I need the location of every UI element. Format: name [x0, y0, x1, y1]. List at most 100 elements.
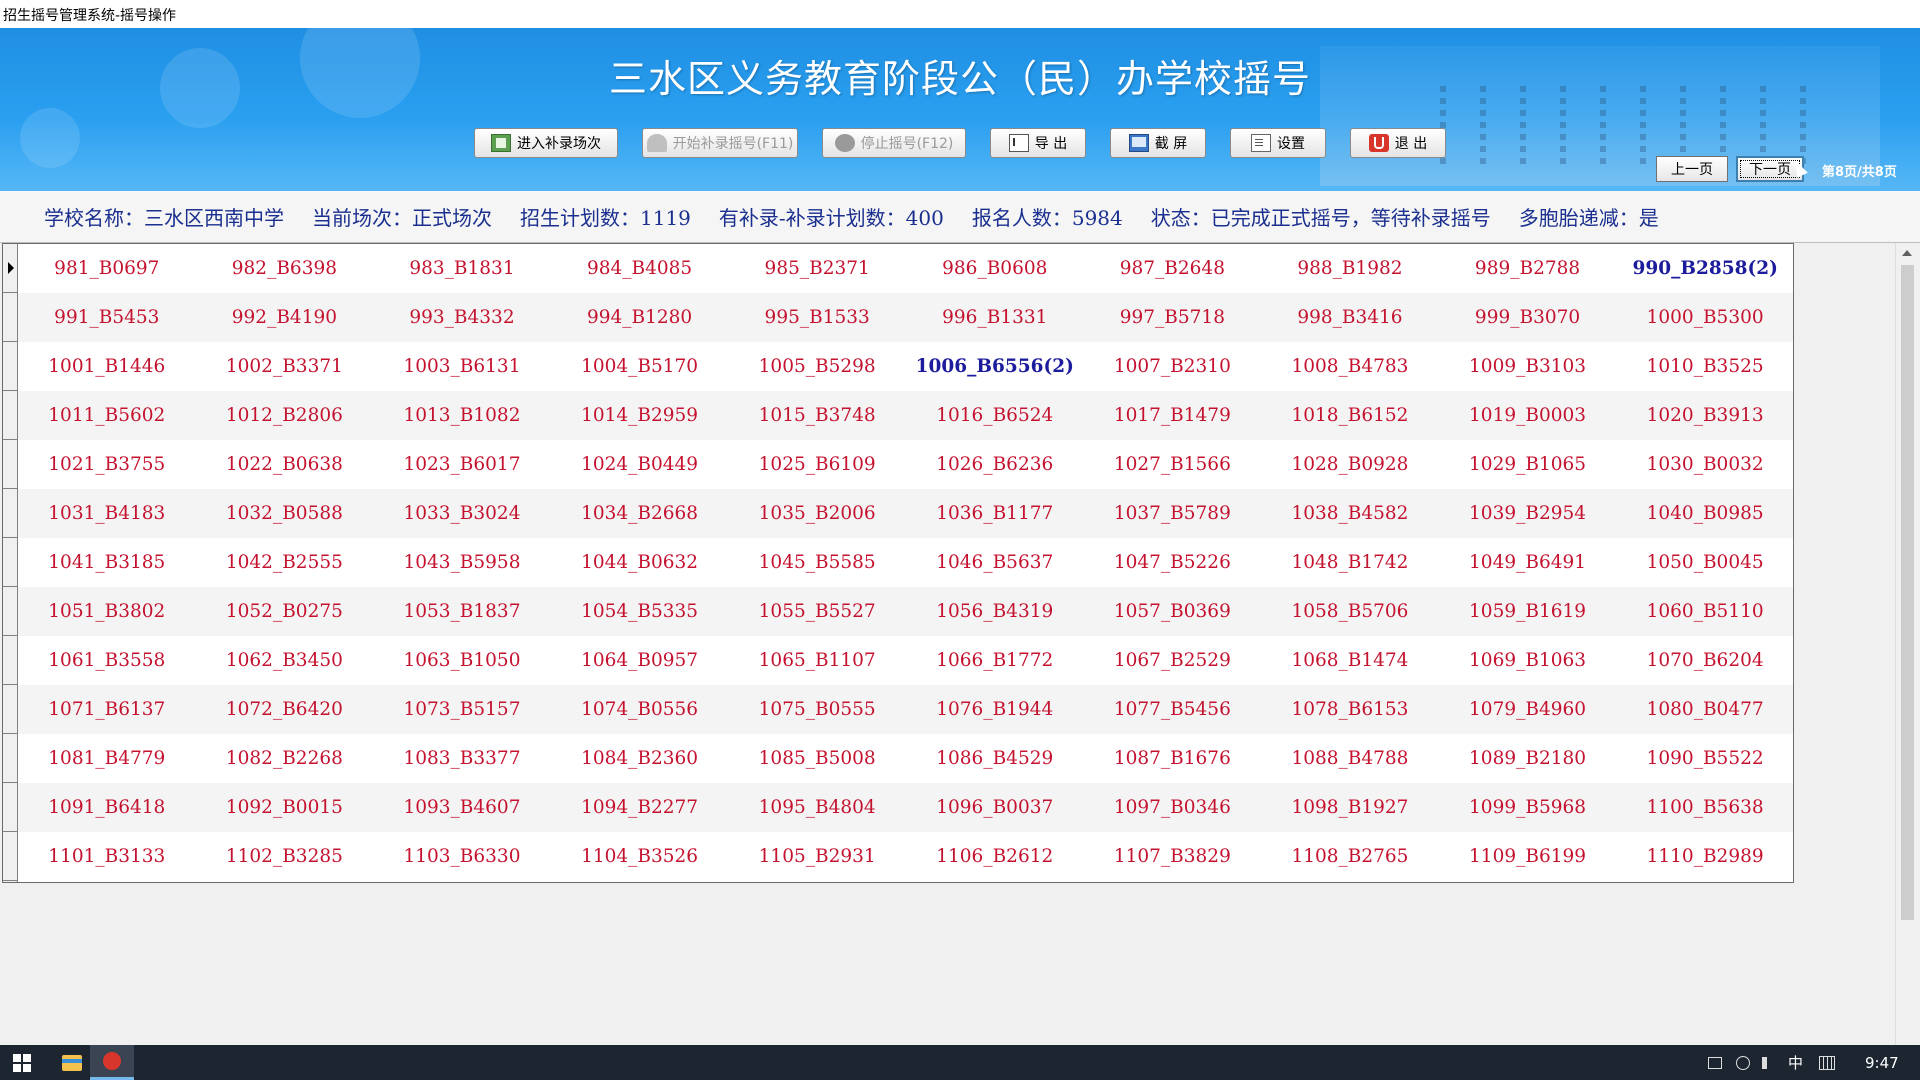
table-cell[interactable]: 1057_B0369: [1084, 587, 1262, 636]
table-cell[interactable]: 1047_B5226: [1084, 538, 1262, 587]
table-cell[interactable]: 1007_B2310: [1084, 342, 1262, 391]
table-cell[interactable]: 1053_B1837: [373, 587, 551, 636]
table-cell[interactable]: 983_B1831: [373, 244, 551, 293]
results-grid[interactable]: 981_B0697 982_B6398 983_B1831 984_B4085 985_…: [2, 243, 1794, 883]
table-row[interactable]: 1011_B5602 1012_B2806 1013_B1082 1014_B2959…: [18, 391, 1793, 440]
table-cell[interactable]: 1051_B3802: [18, 587, 196, 636]
table-cell[interactable]: 1066_B1772: [906, 636, 1084, 685]
table-cell[interactable]: 1073_B5157: [373, 685, 551, 734]
start-supplement-button[interactable]: 开始补录摇号(F11): [642, 128, 798, 158]
table-cell[interactable]: 1092_B0015: [196, 783, 374, 832]
table-cell[interactable]: 1085_B5008: [728, 734, 906, 783]
table-cell[interactable]: 1038_B4582: [1261, 489, 1439, 538]
ime-indicator[interactable]: 中: [1788, 1052, 1803, 1073]
enter-supplement-button[interactable]: 进入补录场次: [474, 128, 618, 158]
table-cell[interactable]: 988_B1982: [1261, 244, 1439, 293]
table-cell[interactable]: 1069_B1063: [1439, 636, 1617, 685]
table-cell[interactable]: 1055_B5527: [728, 587, 906, 636]
row-header[interactable]: [3, 293, 18, 342]
table-cell[interactable]: 1025_B6109: [728, 440, 906, 489]
table-cell[interactable]: 1042_B2555: [196, 538, 374, 587]
table-cell[interactable]: 1027_B1566: [1084, 440, 1262, 489]
vertical-scrollbar[interactable]: [1895, 243, 1918, 1045]
table-cell[interactable]: 1000_B5300: [1616, 293, 1793, 342]
table-cell[interactable]: 1001_B1446: [18, 342, 196, 391]
table-row[interactable]: 1091_B6418 1092_B0015 1093_B4607 1094_B2277…: [18, 783, 1793, 832]
table-row[interactable]: 1061_B3558 1062_B3450 1063_B1050 1064_B0957…: [18, 636, 1793, 685]
table-cell[interactable]: 995_B1533: [728, 293, 906, 342]
table-cell[interactable]: 993_B4332: [373, 293, 551, 342]
table-row[interactable]: 1071_B6137 1072_B6420 1073_B5157 1074_B0556…: [18, 685, 1793, 734]
table-cell[interactable]: 1108_B2765: [1261, 832, 1439, 881]
table-cell[interactable]: 1050_B0045: [1616, 538, 1793, 587]
stop-lottery-button[interactable]: 停止摇号(F12): [822, 128, 966, 158]
table-cell[interactable]: 1033_B3024: [373, 489, 551, 538]
table-cell[interactable]: 990_B2858(2): [1616, 244, 1793, 293]
table-cell[interactable]: 1071_B6137: [18, 685, 196, 734]
row-header[interactable]: [3, 538, 18, 587]
table-cell[interactable]: 1110_B2989: [1616, 832, 1793, 881]
table-cell[interactable]: 1006_B6556(2): [906, 342, 1084, 391]
table-cell[interactable]: 989_B2788: [1439, 244, 1617, 293]
table-cell[interactable]: 1102_B3285: [196, 832, 374, 881]
table-cell[interactable]: 1018_B6152: [1261, 391, 1439, 440]
table-cell[interactable]: 1019_B0003: [1439, 391, 1617, 440]
table-cell[interactable]: 1046_B5637: [906, 538, 1084, 587]
clock[interactable]: 9:47: [1865, 1054, 1899, 1072]
table-cell[interactable]: 1011_B5602: [18, 391, 196, 440]
table-row[interactable]: 1021_B3755 1022_B0638 1023_B6017 1024_B0449…: [18, 440, 1793, 489]
table-cell[interactable]: 1082_B2268: [196, 734, 374, 783]
table-cell[interactable]: 1104_B3526: [551, 832, 729, 881]
table-cell[interactable]: 1081_B4779: [18, 734, 196, 783]
table-cell[interactable]: 1008_B4783: [1261, 342, 1439, 391]
table-cell[interactable]: 1099_B5968: [1439, 783, 1617, 832]
network-icon[interactable]: [1736, 1055, 1750, 1070]
table-cell[interactable]: 1090_B5522: [1616, 734, 1793, 783]
table-cell[interactable]: 1063_B1050: [373, 636, 551, 685]
lottery-app-taskbar-button[interactable]: [90, 1045, 134, 1080]
table-cell[interactable]: 1023_B6017: [373, 440, 551, 489]
table-cell[interactable]: 1062_B3450: [196, 636, 374, 685]
table-cell[interactable]: 997_B5718: [1084, 293, 1262, 342]
table-cell[interactable]: 1089_B2180: [1439, 734, 1617, 783]
table-cell[interactable]: 1012_B2806: [196, 391, 374, 440]
table-cell[interactable]: 1107_B3829: [1084, 832, 1262, 881]
table-cell[interactable]: 1105_B2931: [728, 832, 906, 881]
table-cell[interactable]: 1031_B4183: [18, 489, 196, 538]
battery-icon[interactable]: [1708, 1056, 1722, 1069]
table-cell[interactable]: 1103_B6330: [373, 832, 551, 881]
table-row[interactable]: 991_B5453 992_B4190 993_B4332 994_B1280 995_…: [18, 293, 1793, 342]
table-cell[interactable]: 1094_B2277: [551, 783, 729, 832]
scroll-up-icon[interactable]: [1902, 250, 1912, 256]
start-button[interactable]: [8, 1045, 36, 1080]
table-cell[interactable]: 1098_B1927: [1261, 783, 1439, 832]
table-cell[interactable]: 1059_B1619: [1439, 587, 1617, 636]
table-cell[interactable]: 1091_B6418: [18, 783, 196, 832]
table-cell[interactable]: 1035_B2006: [728, 489, 906, 538]
table-cell[interactable]: 1049_B6491: [1439, 538, 1617, 587]
table-cell[interactable]: 991_B5453: [18, 293, 196, 342]
table-cell[interactable]: 1014_B2959: [551, 391, 729, 440]
table-cell[interactable]: 1095_B4804: [728, 783, 906, 832]
table-row[interactable]: 1041_B3185 1042_B2555 1043_B5958 1044_B0632…: [18, 538, 1793, 587]
table-cell[interactable]: 1056_B4319: [906, 587, 1084, 636]
table-cell[interactable]: 1101_B3133: [18, 832, 196, 881]
table-cell[interactable]: 984_B4085: [551, 244, 729, 293]
table-cell[interactable]: 999_B3070: [1439, 293, 1617, 342]
table-cell[interactable]: 1017_B1479: [1084, 391, 1262, 440]
table-cell[interactable]: 1005_B5298: [728, 342, 906, 391]
table-cell[interactable]: 1040_B0985: [1616, 489, 1793, 538]
current-row-indicator[interactable]: [3, 244, 18, 293]
prev-page-button[interactable]: 上一页: [1656, 156, 1728, 182]
table-cell[interactable]: 1068_B1474: [1261, 636, 1439, 685]
table-cell[interactable]: 996_B1331: [906, 293, 1084, 342]
table-cell[interactable]: 1016_B6524: [906, 391, 1084, 440]
table-cell[interactable]: 1026_B6236: [906, 440, 1084, 489]
table-cell[interactable]: 1003_B6131: [373, 342, 551, 391]
table-cell[interactable]: 1067_B2529: [1084, 636, 1262, 685]
table-cell[interactable]: 1072_B6420: [196, 685, 374, 734]
table-cell[interactable]: 1106_B2612: [906, 832, 1084, 881]
row-header[interactable]: [3, 783, 18, 832]
table-cell[interactable]: 1013_B1082: [373, 391, 551, 440]
row-header[interactable]: [3, 489, 18, 538]
